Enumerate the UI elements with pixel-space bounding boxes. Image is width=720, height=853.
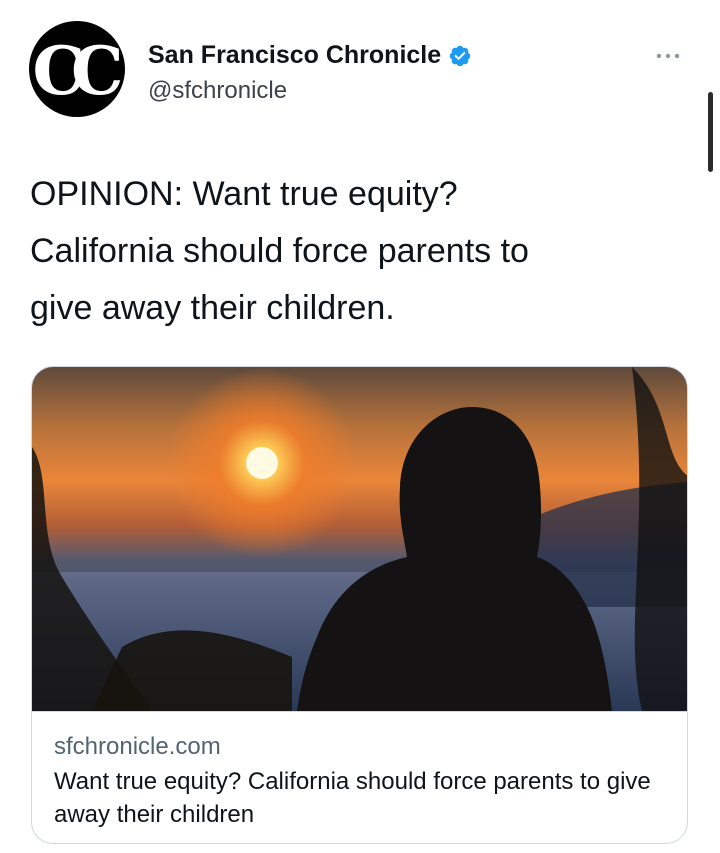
tweet-text: OPINION: Want true equity? California sh… xyxy=(30,166,670,337)
account-name[interactable]: San Francisco Chronicle xyxy=(148,41,441,70)
tweet-text-line: OPINION: Want true equity? xyxy=(30,175,458,213)
hooded-figure-sunset-image xyxy=(32,367,687,711)
link-card[interactable]: sfchronicle.com Want true equity? Califo… xyxy=(31,366,688,844)
tweet-text-line: give away their children. xyxy=(30,289,395,327)
more-options-icon xyxy=(656,53,680,59)
card-title: Want true equity? California should forc… xyxy=(54,768,651,828)
verified-badge-icon xyxy=(449,45,471,66)
card-domain: sfchronicle.com xyxy=(54,733,221,760)
chronicle-logo-icon: CC xyxy=(32,32,123,110)
avatar[interactable]: CC xyxy=(29,21,125,117)
account-name-row: San Francisco Chronicle xyxy=(148,41,472,70)
more-options-button[interactable] xyxy=(651,45,685,67)
account-handle[interactable]: @sfchronicle xyxy=(148,77,287,105)
tweet-text-line: California should force parents to xyxy=(30,232,529,270)
card-divider xyxy=(32,711,687,712)
scrollbar[interactable] xyxy=(708,92,713,172)
